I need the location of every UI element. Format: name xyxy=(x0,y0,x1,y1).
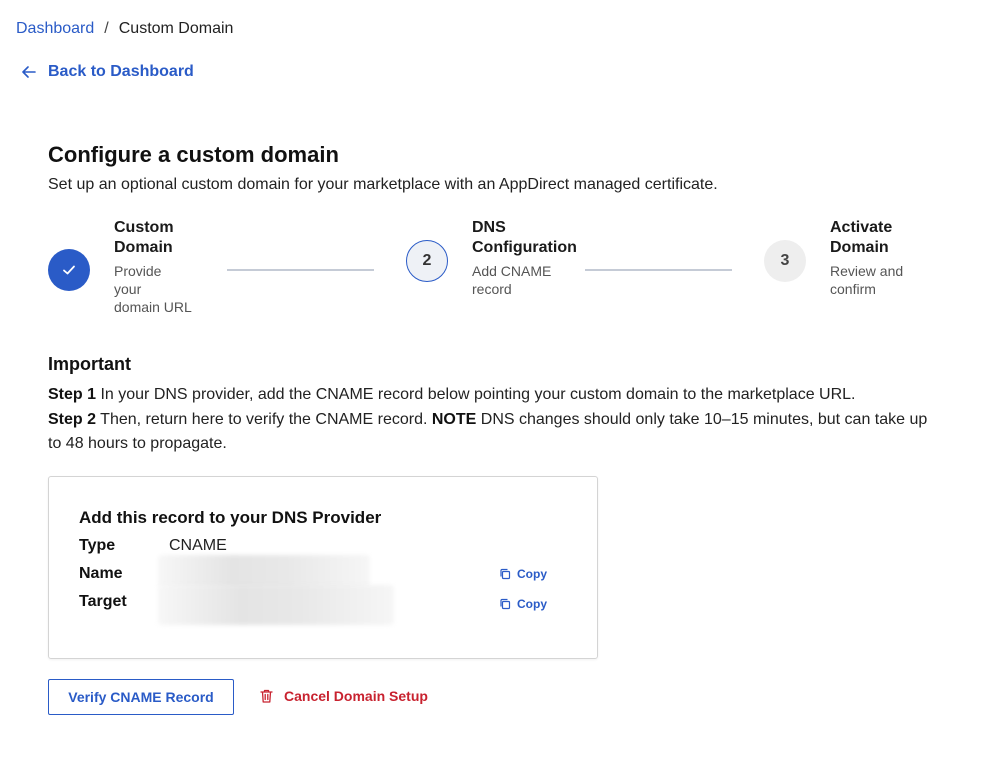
record-target-value-redacted xyxy=(158,585,394,625)
cancel-domain-setup-button[interactable]: Cancel Domain Setup xyxy=(260,688,428,704)
breadcrumb-dashboard-link[interactable]: Dashboard xyxy=(16,20,94,38)
step-1-indicator xyxy=(48,249,90,291)
copy-name-button[interactable]: Copy xyxy=(499,567,547,581)
record-type-label: Type xyxy=(79,537,116,554)
step-2-title: DNS Configuration xyxy=(472,219,577,256)
breadcrumb-current: Custom Domain xyxy=(118,20,234,37)
checkmark-icon xyxy=(63,265,75,275)
step-3-indicator: 3 xyxy=(764,240,806,282)
step-2-indicator: 2 xyxy=(406,240,448,282)
breadcrumb: Dashboard / Custom Domain xyxy=(16,20,233,38)
progress-stepper: Custom Domain Provide your domain URL 2 … xyxy=(48,218,948,328)
copy-icon xyxy=(500,568,511,580)
record-type-value: CNAME xyxy=(169,537,227,554)
record-card-title: Add this record to your DNS Provider xyxy=(79,508,382,527)
verify-cname-button[interactable]: Verify CNAME Record xyxy=(48,679,234,715)
dns-instructions: Step 1 In your DNS provider, add the CNA… xyxy=(48,383,928,457)
record-name-value-redacted xyxy=(158,555,370,588)
step-connector-2 xyxy=(585,269,732,271)
instruction-step-2: Step 2 Then, return here to verify the C… xyxy=(48,410,928,453)
copy-target-button[interactable]: Copy xyxy=(499,597,547,611)
breadcrumb-separator: / xyxy=(104,20,109,37)
record-target-label: Target xyxy=(79,593,127,610)
step-3-description: Review and confirm xyxy=(830,263,904,297)
trash-icon xyxy=(260,689,273,703)
dns-record-card: Add this record to your DNS Provider Typ… xyxy=(48,476,598,659)
step-1-title: Custom Domain xyxy=(114,219,174,256)
instruction-step-1: Step 1 In your DNS provider, add the CNA… xyxy=(48,386,856,403)
step-1-description: Provide your domain URL xyxy=(114,263,192,315)
back-to-dashboard-link[interactable]: Back to Dashboard xyxy=(22,63,194,81)
record-name-label: Name xyxy=(79,565,123,582)
page-title: Configure a custom domain xyxy=(48,142,339,167)
back-link-label: Back to Dashboard xyxy=(48,63,194,80)
copy-icon xyxy=(500,598,511,610)
arrow-left-icon xyxy=(22,66,36,78)
step-3-title: Activate Domain xyxy=(830,219,893,256)
step-connector-1 xyxy=(227,269,374,271)
page-subtitle: Set up an optional custom domain for you… xyxy=(48,176,718,193)
important-heading: Important xyxy=(48,354,131,374)
step-2-description: Add CNAME record xyxy=(472,263,552,297)
